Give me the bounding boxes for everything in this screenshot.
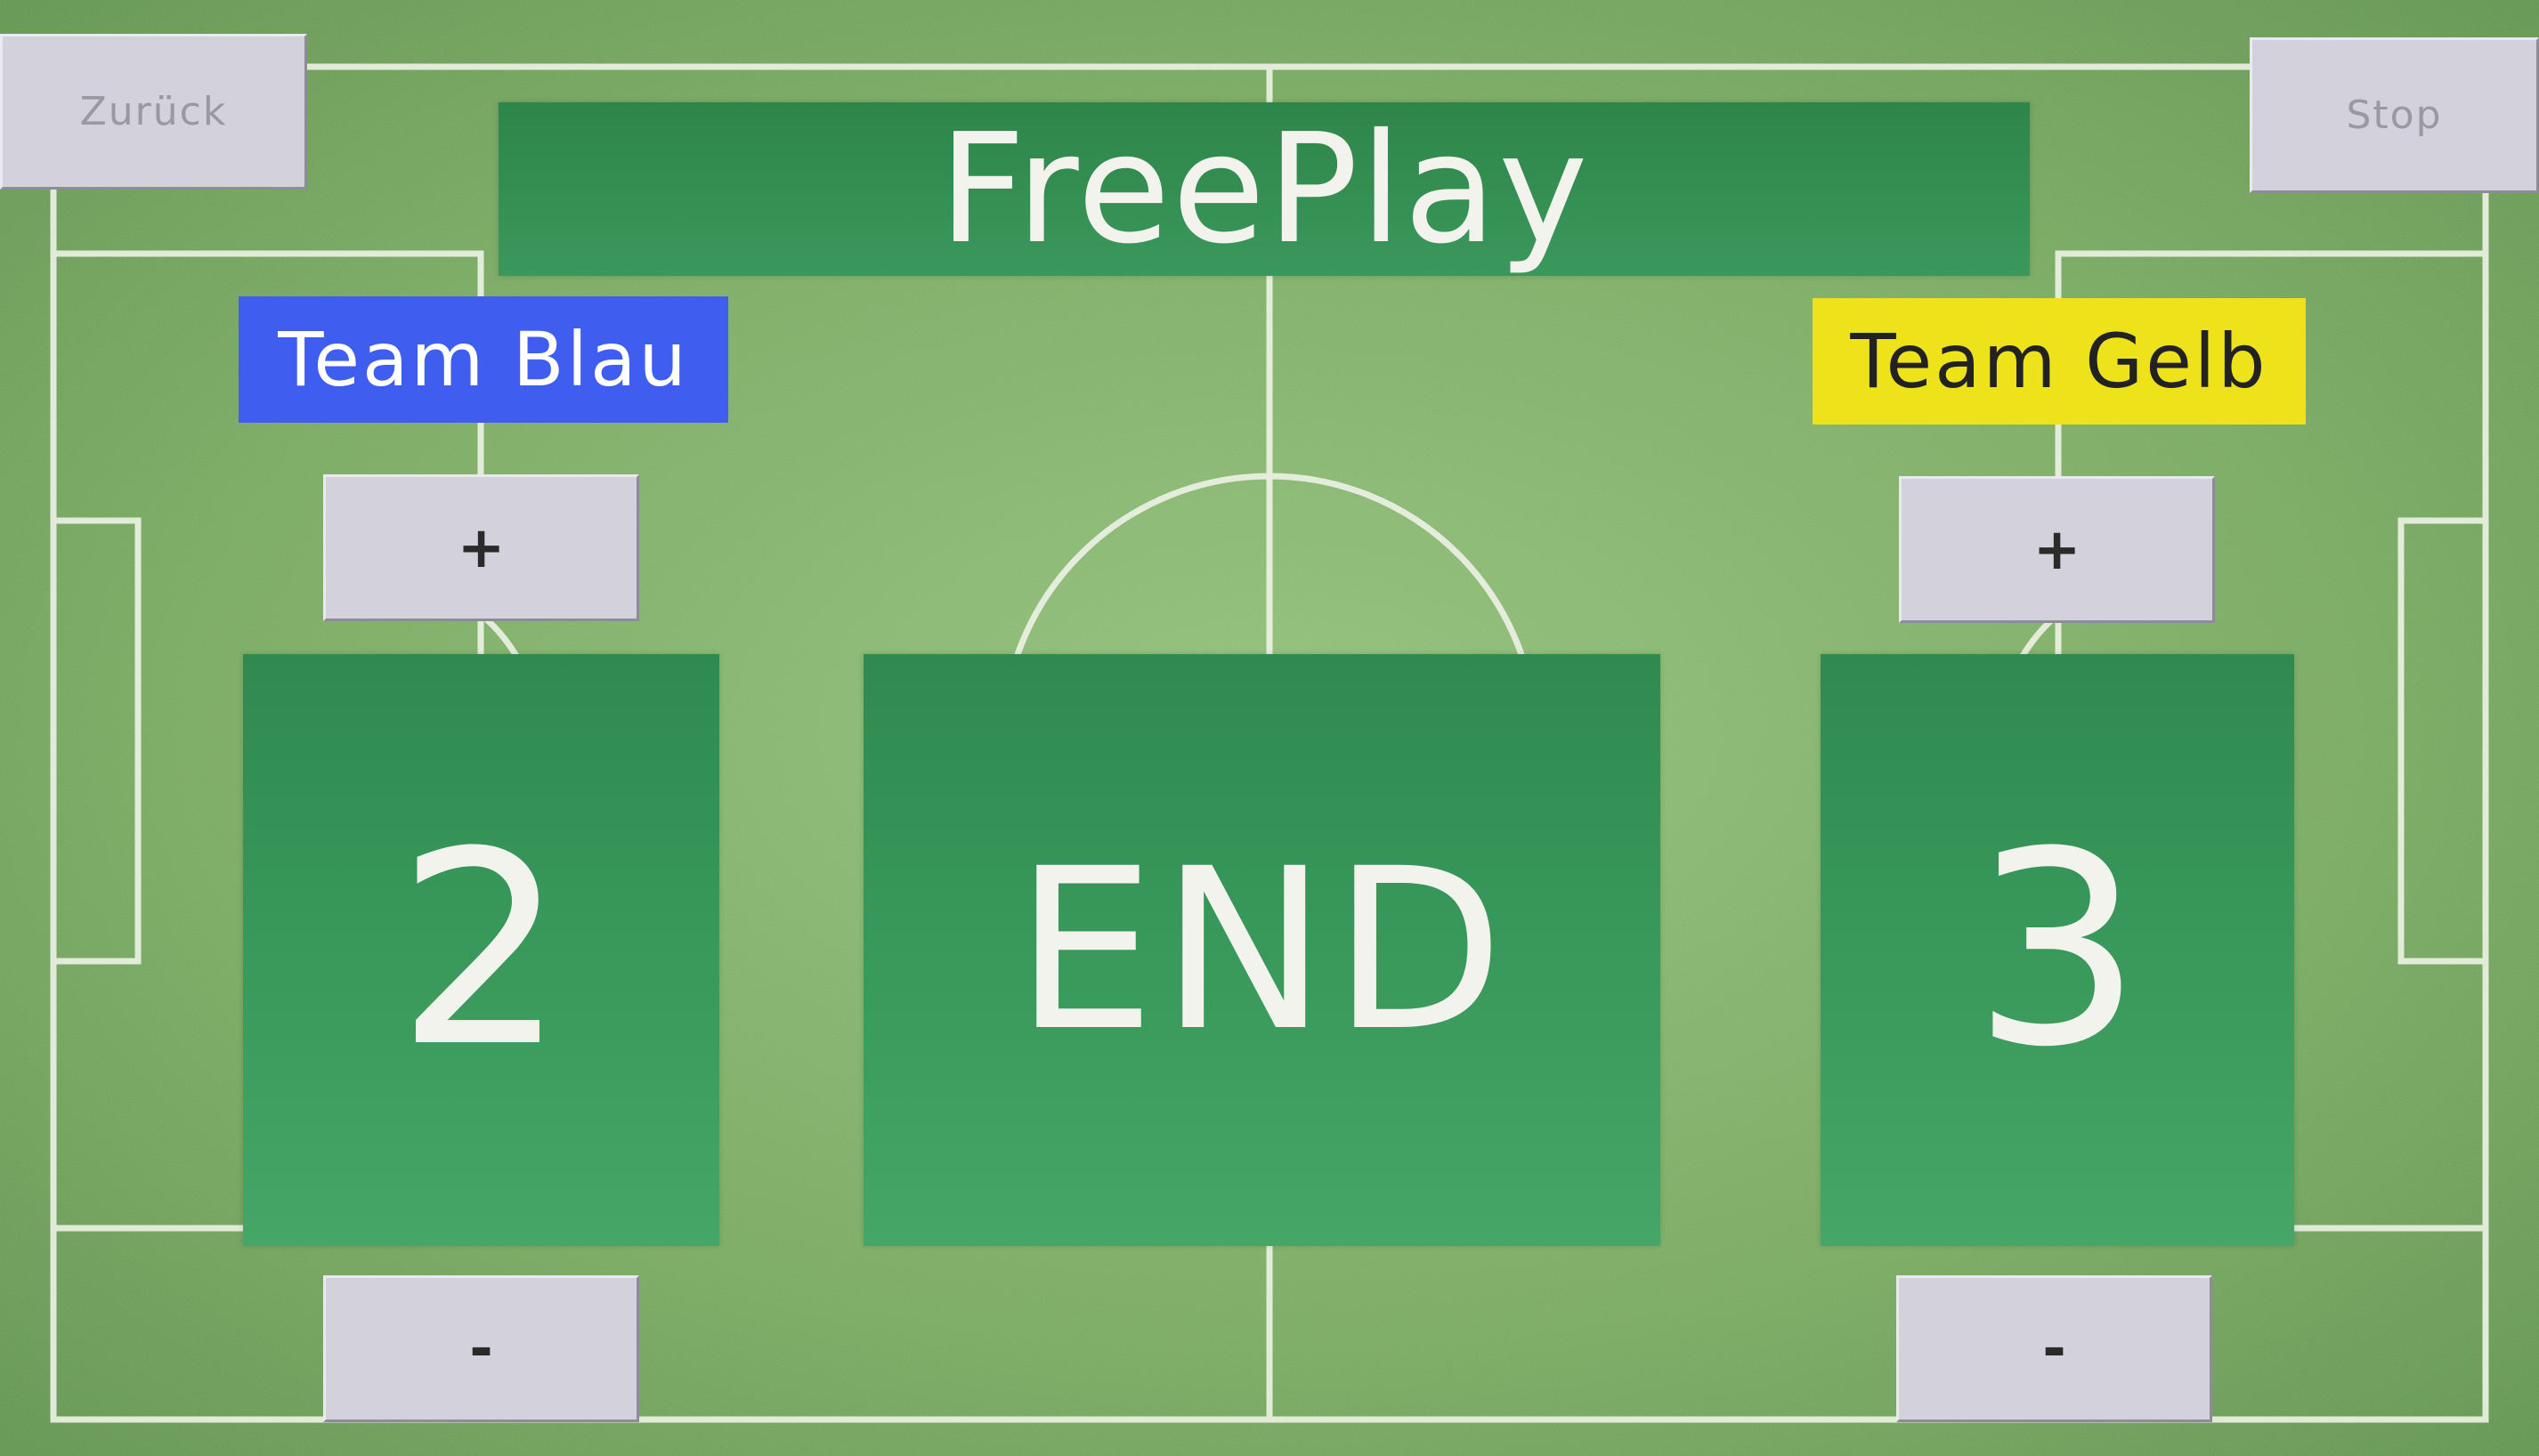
team-right-plus-button[interactable]: + — [1899, 476, 2215, 623]
game-mode-title: FreePlay — [499, 101, 2030, 278]
end-game-button[interactable]: END — [864, 654, 1660, 1246]
team-right-label: Team Gelb — [1813, 298, 2306, 425]
team-left-score: 2 — [243, 654, 719, 1246]
team-right-score: 3 — [1821, 654, 2294, 1246]
back-button[interactable]: Zurück — [0, 34, 307, 190]
team-left-plus-button[interactable]: + — [323, 474, 639, 621]
team-right-minus-button[interactable]: - — [1896, 1275, 2212, 1422]
team-left-minus-button[interactable]: - — [323, 1275, 639, 1422]
stop-button[interactable]: Stop — [2250, 37, 2539, 193]
team-left-label: Team Blau — [239, 296, 728, 423]
scoreboard-screen: Zurück Stop FreePlay Team Blau Team Gelb… — [0, 0, 2539, 1456]
